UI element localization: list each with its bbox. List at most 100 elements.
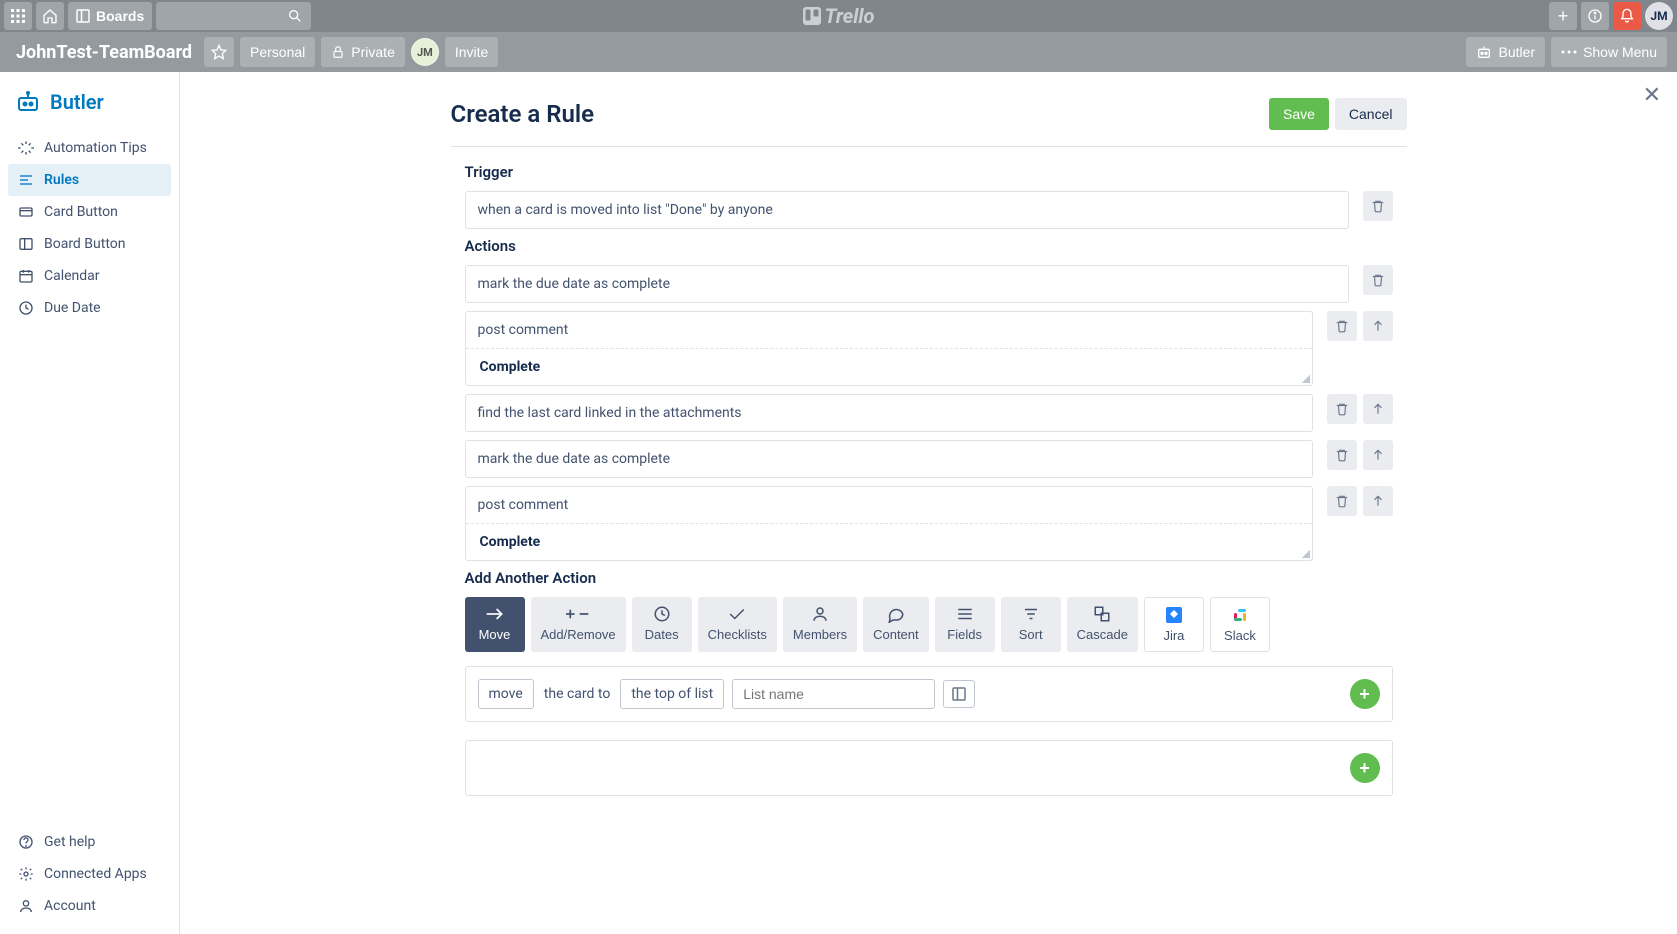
main-content: ✕ Create a Rule Save Cancel Trigger when… bbox=[180, 72, 1677, 934]
plus-icon: + bbox=[1359, 684, 1370, 705]
add-button[interactable]: + bbox=[1549, 2, 1577, 30]
builder-board-picker[interactable] bbox=[943, 680, 975, 708]
tab-cascade[interactable]: Cascade bbox=[1067, 597, 1138, 652]
action-box: mark the due date as complete bbox=[465, 265, 1349, 303]
tab-label: Cascade bbox=[1077, 627, 1128, 642]
tab-add-remove[interactable]: Add/Remove bbox=[531, 597, 626, 652]
move-up-button[interactable] bbox=[1363, 311, 1393, 341]
tab-slack[interactable]: Slack bbox=[1210, 597, 1270, 652]
action-text: find the last card linked in the attachm… bbox=[466, 395, 1312, 431]
sidebar-item-help[interactable]: Get help bbox=[8, 826, 171, 858]
plus-icon: + bbox=[1359, 758, 1370, 779]
delete-action-button[interactable] bbox=[1363, 265, 1393, 295]
trigger-box: when a card is moved into list "Done" by… bbox=[465, 191, 1349, 229]
sidebar-item-connected-apps[interactable]: Connected Apps bbox=[8, 858, 171, 890]
sidebar-item-card-button[interactable]: Card Button bbox=[8, 196, 171, 228]
sidebar-item-account[interactable]: Account bbox=[8, 890, 171, 922]
move-up-button[interactable] bbox=[1363, 440, 1393, 470]
builder-verb[interactable]: move bbox=[478, 679, 534, 709]
sidebar-item-board-button[interactable]: Board Button bbox=[8, 228, 171, 260]
delete-trigger-button[interactable] bbox=[1363, 191, 1393, 221]
tab-content[interactable]: Content bbox=[863, 597, 929, 652]
board-icon bbox=[952, 687, 966, 701]
private-button[interactable]: Private bbox=[321, 37, 405, 67]
search-icon bbox=[287, 8, 303, 24]
show-menu-label: Show Menu bbox=[1583, 44, 1657, 60]
builder-list-input[interactable] bbox=[732, 679, 935, 709]
cancel-button[interactable]: Cancel bbox=[1335, 98, 1407, 130]
arrow-up-icon bbox=[1371, 319, 1385, 333]
builder-text: the card to bbox=[542, 680, 613, 708]
board-title[interactable]: JohnTest-TeamBoard bbox=[10, 42, 198, 63]
tab-label: Fields bbox=[947, 627, 982, 642]
member-avatar[interactable]: JM bbox=[411, 38, 439, 66]
builder-position[interactable]: the top of list bbox=[620, 679, 724, 709]
clock-icon bbox=[653, 605, 671, 623]
action-box: post comment Complete bbox=[465, 311, 1313, 386]
add-action-confirm[interactable]: + bbox=[1350, 679, 1380, 709]
tab-members[interactable]: Members bbox=[783, 597, 857, 652]
butler-header-button[interactable]: Butler bbox=[1466, 37, 1545, 67]
sidebar-item-automation-tips[interactable]: Automation Tips bbox=[8, 132, 171, 164]
user-icon bbox=[811, 605, 829, 623]
sidebar-item-rules[interactable]: Rules bbox=[8, 164, 171, 196]
search-input[interactable] bbox=[156, 2, 311, 30]
action-builder: move the card to the top of list + bbox=[465, 666, 1393, 722]
arrow-up-icon bbox=[1371, 448, 1385, 462]
plus-minus-icon bbox=[566, 605, 590, 623]
delete-action-button[interactable] bbox=[1327, 394, 1357, 424]
tab-dates[interactable]: Dates bbox=[632, 597, 692, 652]
show-menu-button[interactable]: Show Menu bbox=[1551, 37, 1667, 67]
apps-button[interactable] bbox=[4, 2, 32, 30]
info-button[interactable] bbox=[1581, 2, 1609, 30]
notifications-button[interactable] bbox=[1613, 2, 1641, 30]
tab-label: Slack bbox=[1224, 628, 1256, 643]
tab-label: Dates bbox=[645, 627, 679, 642]
sidebar-item-label: Due Date bbox=[44, 300, 101, 316]
add-action-heading: Add Another Action bbox=[465, 569, 1393, 587]
tab-label: Add/Remove bbox=[541, 627, 616, 642]
delete-action-button[interactable] bbox=[1327, 486, 1357, 516]
check-icon bbox=[728, 605, 746, 623]
action-subvalue[interactable]: Complete bbox=[466, 348, 1312, 385]
sidebar-item-calendar[interactable]: Calendar bbox=[8, 260, 171, 292]
help-icon bbox=[18, 834, 34, 850]
calendar-icon bbox=[18, 268, 34, 284]
gear-icon bbox=[18, 866, 34, 882]
trigger-text: when a card is moved into list "Done" by… bbox=[466, 192, 1348, 228]
butler-sidebar: Butler Automation Tips Rules Card Button… bbox=[0, 72, 180, 934]
robot-icon bbox=[16, 90, 40, 114]
action-text: post comment bbox=[466, 312, 1312, 348]
team-visibility-button[interactable]: Personal bbox=[240, 37, 315, 67]
tab-label: Content bbox=[873, 627, 919, 642]
save-button[interactable]: Save bbox=[1269, 98, 1329, 130]
home-button[interactable] bbox=[36, 2, 64, 30]
tab-checklists[interactable]: Checklists bbox=[698, 597, 777, 652]
add-action-confirm[interactable]: + bbox=[1350, 753, 1380, 783]
star-button[interactable] bbox=[204, 37, 234, 67]
trash-icon bbox=[1335, 494, 1349, 508]
lock-icon bbox=[331, 45, 345, 59]
grid-icon bbox=[11, 9, 25, 23]
tab-jira[interactable]: Jira bbox=[1144, 597, 1204, 652]
page-title: Create a Rule bbox=[451, 100, 595, 128]
boards-button[interactable]: Boards bbox=[68, 2, 152, 30]
info-icon bbox=[1587, 8, 1603, 24]
sidebar-item-label: Rules bbox=[44, 172, 79, 188]
delete-action-button[interactable] bbox=[1327, 440, 1357, 470]
sidebar-item-due-date[interactable]: Due Date bbox=[8, 292, 171, 324]
tab-sort[interactable]: Sort bbox=[1001, 597, 1061, 652]
tab-move[interactable]: Move bbox=[465, 597, 525, 652]
move-up-button[interactable] bbox=[1363, 394, 1393, 424]
close-button[interactable]: ✕ bbox=[1643, 82, 1661, 108]
user-avatar[interactable]: JM bbox=[1645, 2, 1673, 30]
action-subvalue[interactable]: Complete bbox=[466, 523, 1312, 560]
tab-fields[interactable]: Fields bbox=[935, 597, 995, 652]
invite-button[interactable]: Invite bbox=[445, 37, 498, 67]
move-up-button[interactable] bbox=[1363, 486, 1393, 516]
member-initials: JM bbox=[417, 46, 433, 59]
delete-action-button[interactable] bbox=[1327, 311, 1357, 341]
arrow-up-icon bbox=[1371, 494, 1385, 508]
butler-label: Butler bbox=[1498, 44, 1535, 60]
trash-icon bbox=[1371, 199, 1385, 213]
